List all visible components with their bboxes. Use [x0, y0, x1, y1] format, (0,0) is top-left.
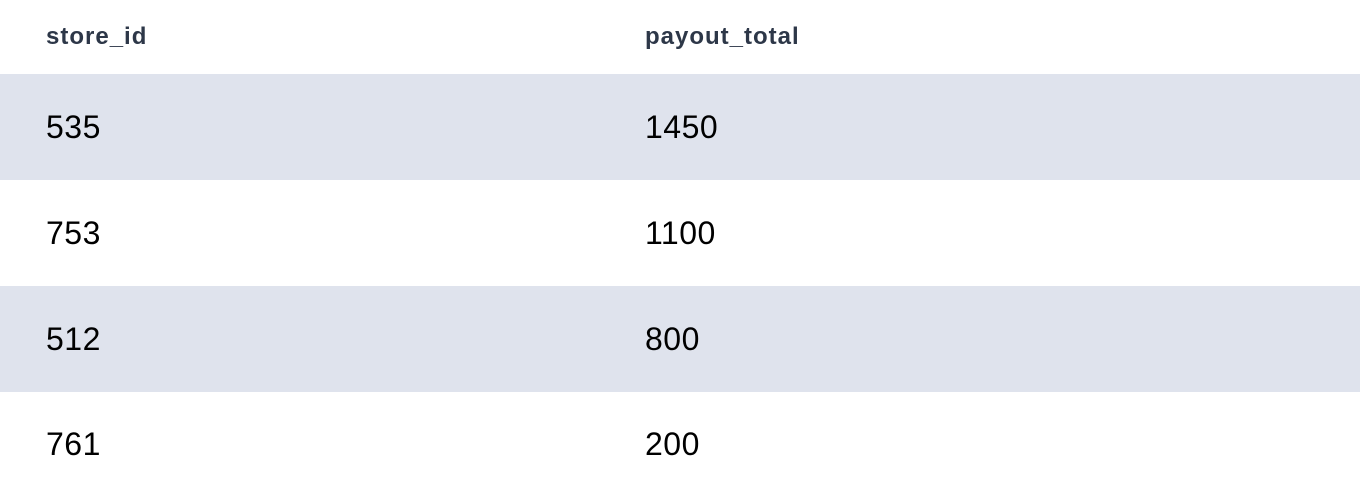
table-row[interactable]: 512 800 — [0, 286, 1360, 392]
table-header-row: store_id payout_total — [0, 0, 1360, 74]
table-cell-store-id: 753 — [46, 214, 101, 251]
table-cell-store-id: 535 — [46, 108, 101, 145]
table-row[interactable]: 761 200 — [0, 392, 1360, 496]
table-cell-store-id: 761 — [46, 425, 101, 462]
table-cell-payout-total: 1100 — [645, 214, 716, 251]
column-header-payout-total[interactable]: payout_total — [645, 23, 1360, 51]
data-table: store_id payout_total 535 1450 753 1100 … — [0, 0, 1360, 496]
table-cell-payout-total: 1450 — [645, 108, 719, 145]
table-cell-store-id: 512 — [46, 320, 101, 357]
table-row[interactable]: 535 1450 — [0, 74, 1360, 180]
table-cell-payout-total: 800 — [645, 320, 700, 357]
table-row[interactable]: 753 1100 — [0, 180, 1360, 286]
column-header-store-id[interactable]: store_id — [0, 23, 645, 51]
table-cell-payout-total: 200 — [645, 425, 700, 462]
